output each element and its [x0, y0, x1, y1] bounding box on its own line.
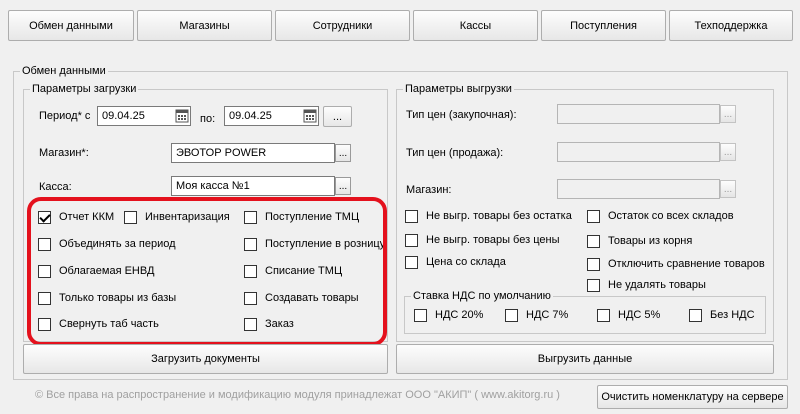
store-pick-button[interactable]: ... — [335, 144, 351, 162]
tab-support[interactable]: Техподдержка — [669, 10, 793, 41]
load-params-title: Параметры загрузки — [30, 83, 139, 96]
highlight-annotation — [27, 197, 387, 346]
tab-receipts[interactable]: Поступления — [541, 10, 666, 41]
checkbox-label: НДС 20% — [435, 309, 484, 321]
period-to-value: 09.04.25 — [229, 110, 272, 122]
checkbox-vat-20[interactable]: НДС 20% — [414, 308, 483, 322]
unload-params-title: Параметры выгрузки — [403, 83, 514, 96]
store-input[interactable]: ЭВОТОР POWER — [171, 143, 335, 163]
checkbox-label: Не выгр. товары без остатка — [426, 210, 572, 222]
checkbox-skip-no-price[interactable]: Не выгр. товары без цены — [405, 233, 560, 247]
checkbox-box[interactable] — [587, 234, 600, 248]
price-sale-label: Тип цен (продажа): — [406, 147, 504, 159]
checkbox-box[interactable] — [405, 255, 418, 269]
unload-store-pick-button[interactable]: ... — [720, 180, 736, 198]
unload-store-input[interactable] — [557, 179, 720, 199]
period-to-label: по: — [200, 113, 216, 125]
checkbox-box[interactable] — [505, 308, 518, 322]
checkbox-disable-compare[interactable]: Отключить сравнение товаров — [587, 257, 765, 271]
price-purchase-pick-button[interactable]: ... — [720, 105, 736, 123]
checkbox-box[interactable] — [405, 233, 418, 247]
price-sale-input[interactable] — [557, 142, 720, 162]
checkbox-box[interactable] — [405, 209, 418, 223]
price-sale-pick-button[interactable]: ... — [720, 143, 736, 161]
checkbox-skip-no-stock[interactable]: Не выгр. товары без остатка — [405, 209, 572, 223]
period-from-label: Период* с — [39, 110, 91, 122]
tab-employees[interactable]: Сотрудники — [275, 10, 410, 41]
checkbox-box[interactable] — [587, 278, 600, 292]
store-value: ЭВОТОР POWER — [176, 147, 267, 159]
period-more-button[interactable]: ... — [323, 106, 352, 127]
period-from-value: 09.04.25 — [102, 110, 145, 122]
checkbox-all-warehouses[interactable]: Остаток со всех складов — [587, 209, 734, 223]
checkbox-vat-5[interactable]: НДС 5% — [597, 308, 660, 322]
data-exchange-group-title: Обмен данными — [20, 65, 108, 78]
checkbox-no-delete[interactable]: Не удалять товары — [587, 278, 706, 292]
register-label: Касса: — [39, 181, 72, 193]
checkbox-label: Не выгр. товары без цены — [426, 234, 560, 246]
calendar-icon[interactable] — [303, 109, 317, 123]
checkbox-label: НДС 5% — [618, 309, 661, 321]
register-pick-button[interactable]: ... — [335, 177, 351, 195]
checkbox-box[interactable] — [597, 308, 610, 322]
checkbox-box[interactable] — [414, 308, 427, 322]
unload-data-button[interactable]: Выгрузить данные — [396, 344, 774, 374]
vat-group-title: Ставка НДС по умолчанию — [411, 290, 553, 303]
store-label: Магазин*: — [39, 147, 89, 159]
checkbox-vat-7[interactable]: НДС 7% — [505, 308, 568, 322]
tab-stores[interactable]: Магазины — [137, 10, 272, 41]
checkbox-label: Не удалять товары — [608, 279, 706, 291]
tab-registers[interactable]: Кассы — [413, 10, 538, 41]
checkbox-warehouse-price[interactable]: Цена со склада — [405, 255, 506, 269]
copyright-text: © Все права на распространение и модифик… — [35, 389, 560, 401]
calendar-icon[interactable] — [175, 109, 189, 123]
checkbox-label: Без НДС — [710, 309, 755, 321]
checkbox-no-vat[interactable]: Без НДС — [689, 308, 755, 322]
checkbox-box[interactable] — [689, 308, 702, 322]
checkbox-label: НДС 7% — [526, 309, 569, 321]
checkbox-label: Остаток со всех складов — [608, 210, 734, 222]
register-input[interactable]: Моя касса №1 — [171, 176, 335, 196]
load-documents-button[interactable]: Загрузить документы — [23, 344, 388, 374]
checkbox-label: Цена со склада — [426, 256, 506, 268]
checkbox-label: Отключить сравнение товаров — [608, 258, 765, 270]
checkbox-label: Товары из корня — [608, 235, 693, 247]
unload-store-label: Магазин: — [406, 184, 452, 196]
tab-data-exchange[interactable]: Обмен данными — [8, 10, 134, 41]
price-purchase-input[interactable] — [557, 104, 720, 124]
checkbox-goods-from-root[interactable]: Товары из корня — [587, 234, 692, 248]
clear-catalog-button[interactable]: Очистить номенклатуру на сервере — [597, 385, 788, 409]
register-value: Моя касса №1 — [176, 180, 250, 192]
price-purchase-label: Тип цен (закупочная): — [406, 109, 517, 121]
checkbox-box[interactable] — [587, 209, 600, 223]
checkbox-box[interactable] — [587, 257, 600, 271]
